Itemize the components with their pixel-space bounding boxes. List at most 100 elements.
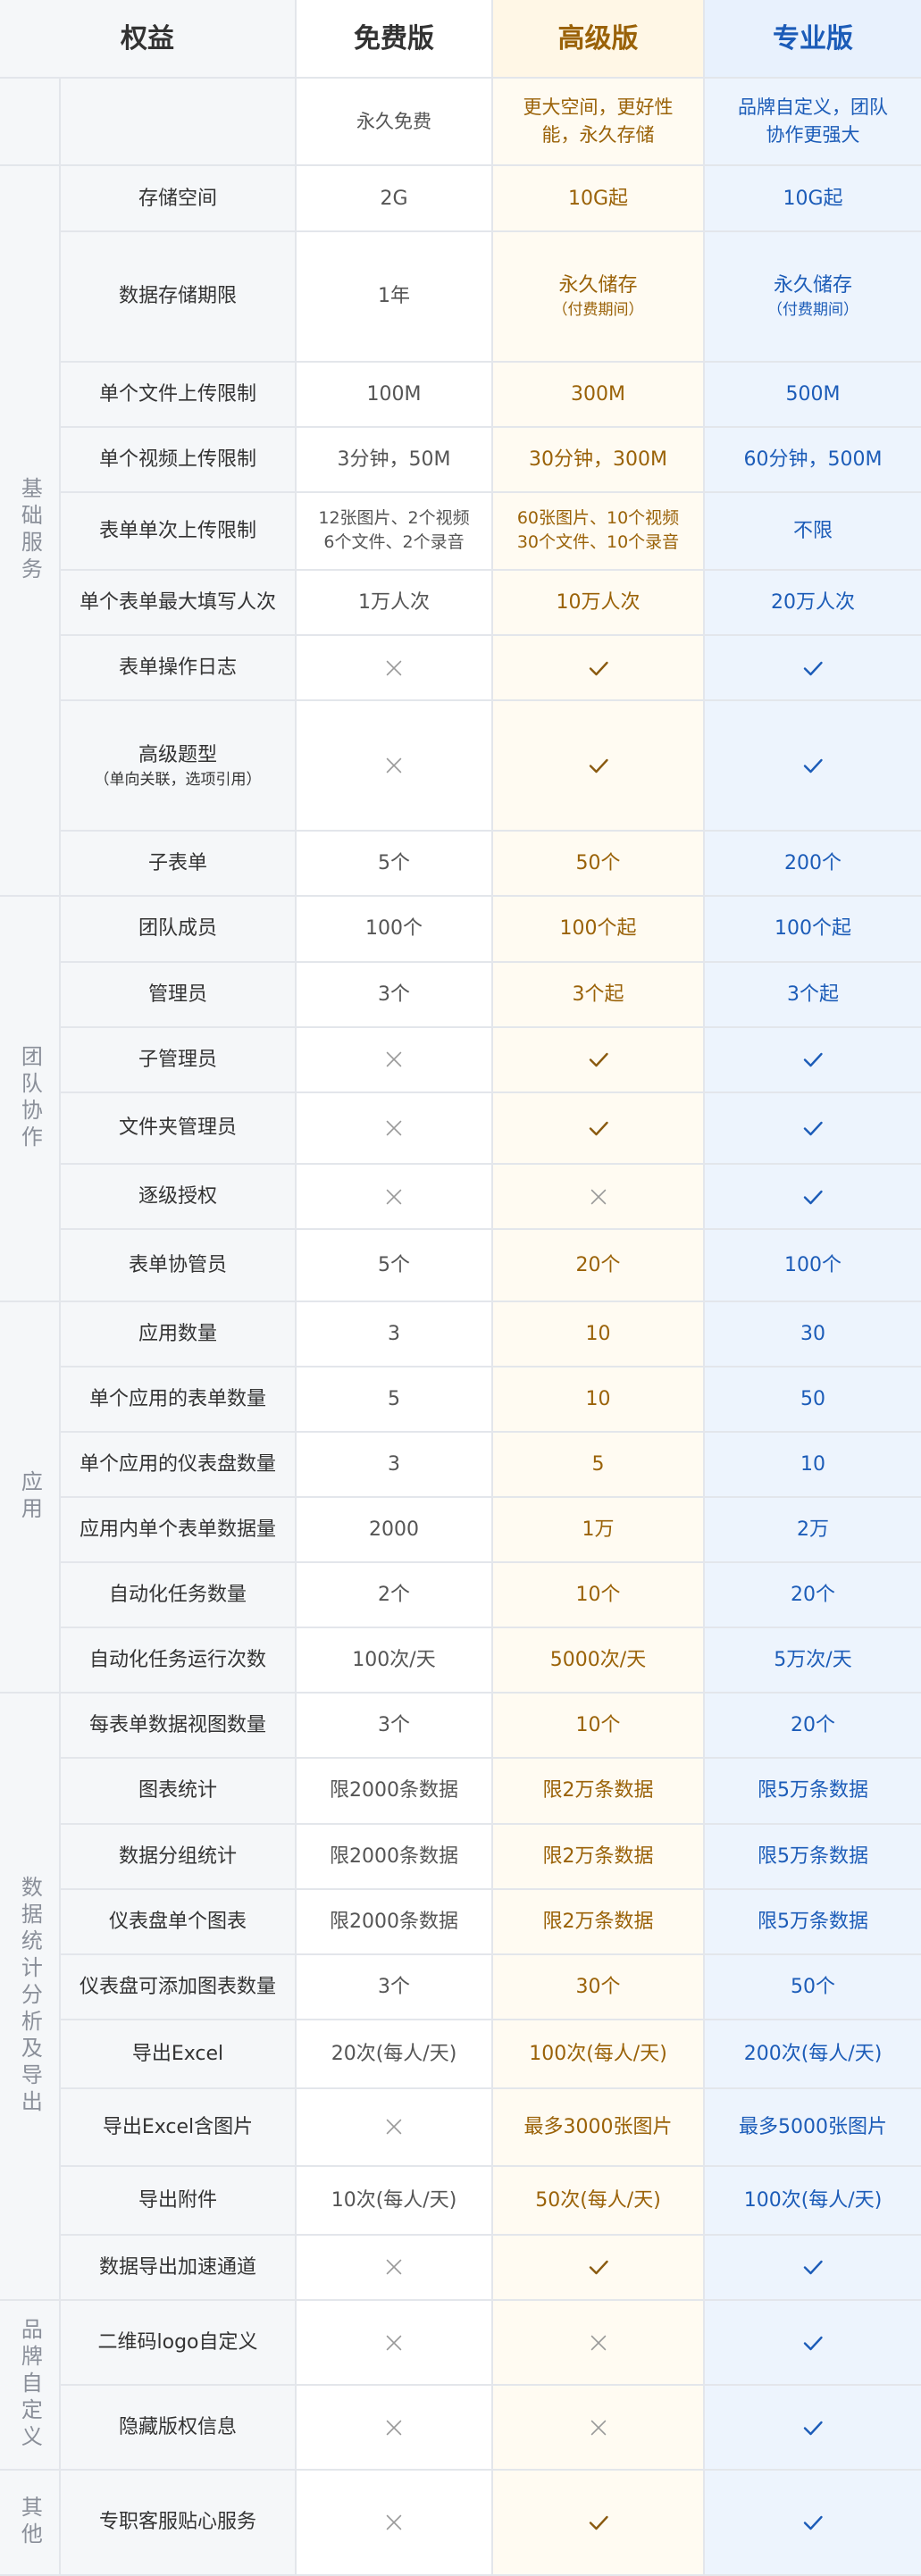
- desc-advanced-text: 更大空间，更好性能，永久存储: [523, 96, 674, 146]
- value-pro: 限5万条数据: [705, 1889, 921, 1955]
- value-pro: 20万人次: [705, 571, 921, 637]
- value-pro: [705, 1165, 921, 1231]
- value-free-text: 3个: [378, 1714, 410, 1737]
- benefit-label-text: 自动化任务数量: [108, 1584, 247, 1607]
- value-advanced-text: 30个: [575, 1975, 621, 1998]
- value-free-text: 100M: [366, 382, 422, 406]
- value-pro: 5万次/天: [705, 1628, 921, 1694]
- value-advanced: 10: [493, 1367, 705, 1434]
- value-advanced: 限2万条数据: [493, 1889, 705, 1955]
- benefit-label: 数据导出加速通道: [61, 2235, 297, 2301]
- benefit-label-text: 导出附件: [138, 2188, 217, 2212]
- value-pro: 不限: [705, 492, 921, 572]
- value-pro-text: 限5万条数据: [758, 1779, 868, 1802]
- value-free: 限2000条数据: [297, 1889, 493, 1955]
- value-advanced: 300M: [493, 362, 705, 428]
- value-pro-text: 20万人次: [771, 591, 855, 615]
- value-free: [297, 701, 493, 832]
- value-pro: 60分钟，500M: [705, 427, 921, 493]
- value-advanced: 10: [493, 1302, 705, 1368]
- value-free-text: 3分钟，50M: [337, 447, 451, 471]
- value-advanced-text: 100个起: [559, 917, 637, 941]
- benefit-label-text: 仪表盘单个图表: [108, 1910, 247, 1933]
- check-icon: [800, 2415, 825, 2440]
- value-free: 1万人次: [297, 571, 493, 637]
- value-advanced: 最多3000张图片: [493, 2088, 705, 2168]
- cross-icon: [587, 2331, 610, 2354]
- value-pro: [705, 1027, 921, 1093]
- value-advanced-text: 限2万条数据: [542, 1844, 654, 1868]
- value-pro: 100个起: [705, 897, 921, 963]
- benefit-label-text: 单个视频上传限制: [98, 447, 256, 471]
- value-advanced: 限2万条数据: [493, 1759, 705, 1825]
- benefit-label: 单个文件上传限制: [61, 362, 297, 428]
- value-advanced: 5000次/天: [493, 1628, 705, 1694]
- value-pro: 最多5000张图片: [705, 2088, 921, 2168]
- value-advanced-text: 50个: [575, 852, 621, 875]
- pricing-comparison-table: 权益 免费版 高级版 专业版 永久免费 更大空间，更好性能，永久存储 品牌自定义，团队协作更…: [0, 0, 921, 2576]
- value-pro-text: 30: [800, 1323, 825, 1346]
- desc-free: 永久免费: [297, 79, 493, 167]
- value-free: [297, 2386, 493, 2471]
- value-advanced: 3个起: [493, 962, 705, 1028]
- value-pro: [705, 701, 921, 832]
- value-pro-text: 100个: [784, 1254, 841, 1277]
- benefit-label-text: 高级题型: [138, 743, 217, 766]
- check-icon: [800, 1116, 825, 1141]
- section-label-text: 数据统计分析及导出: [17, 1876, 43, 2118]
- value-pro: [705, 2386, 921, 2471]
- check-icon: [800, 753, 825, 778]
- value-pro-text: 100次(每人/天): [743, 2188, 883, 2212]
- value-pro-text: 限5万条数据: [758, 1844, 868, 1868]
- cross-icon: [382, 2115, 406, 2138]
- value-pro-text: 10: [800, 1453, 825, 1476]
- cross-icon: [382, 1048, 406, 1071]
- benefit-label: 管理员: [61, 962, 297, 1028]
- value-free-text: 5: [388, 1388, 400, 1411]
- value-free-text: 限2000条数据: [330, 1844, 458, 1868]
- benefit-label: 应用内单个表单数据量: [61, 1498, 297, 1564]
- value-free: 100M: [297, 362, 493, 428]
- check-icon: [800, 2254, 825, 2279]
- value-advanced-text: 10G起: [567, 187, 629, 210]
- value-free: 5: [297, 1367, 493, 1434]
- desc-pro: 品牌自定义，团队协作更强大: [705, 79, 921, 167]
- value-free-text: 10次(每人/天): [331, 2188, 457, 2212]
- value-advanced: 50个: [493, 832, 705, 898]
- value-advanced-text: 30分钟，300M: [529, 447, 667, 471]
- value-advanced: 10G起: [493, 166, 705, 232]
- benefit-label-text: 逐级授权: [138, 1185, 217, 1209]
- value-pro-text: 50个: [791, 1975, 835, 1998]
- value-pro: 500M: [705, 362, 921, 428]
- header-pro: 专业版: [705, 0, 921, 79]
- value-advanced-subtext: （付费期间）: [552, 301, 644, 320]
- value-free-text: 100次/天: [352, 1649, 436, 1672]
- value-advanced-text: 5000次/天: [549, 1649, 647, 1672]
- section-label: 应用: [0, 1302, 61, 1694]
- benefit-label-text: 自动化任务运行次数: [88, 1649, 266, 1672]
- section-label: 品牌自定义: [0, 2300, 61, 2471]
- value-free: 20次(每人/天): [297, 2020, 493, 2089]
- value-advanced: 50次(每人/天): [493, 2167, 705, 2236]
- value-pro: 20个: [705, 1694, 921, 1760]
- value-advanced: [493, 636, 705, 702]
- value-pro: [705, 2300, 921, 2387]
- benefit-label-text: 应用数量: [138, 1323, 217, 1346]
- benefit-label: 导出附件: [61, 2167, 297, 2236]
- header-benefit: 权益: [0, 0, 297, 79]
- value-free: 5个: [297, 832, 493, 898]
- benefit-label: 专职客服贴心服务: [61, 2471, 297, 2576]
- value-advanced: [493, 701, 705, 832]
- value-free: 1年: [297, 231, 493, 363]
- check-icon: [800, 1184, 825, 1209]
- benefit-label: 表单操作日志: [61, 636, 297, 702]
- value-free-text: 5个: [378, 852, 410, 875]
- value-free-text: 3: [388, 1453, 400, 1476]
- benefit-label-text: 隐藏版权信息: [118, 2416, 237, 2439]
- value-advanced-text: 5: [591, 1453, 605, 1476]
- value-advanced: 60张图片、10个视频 30个文件、10个录音: [493, 492, 705, 572]
- value-pro-text: 10G起: [783, 187, 843, 210]
- value-free: [297, 1092, 493, 1166]
- benefit-label-text: 表单操作日志: [118, 657, 237, 680]
- benefit-label: 应用数量: [61, 1302, 297, 1368]
